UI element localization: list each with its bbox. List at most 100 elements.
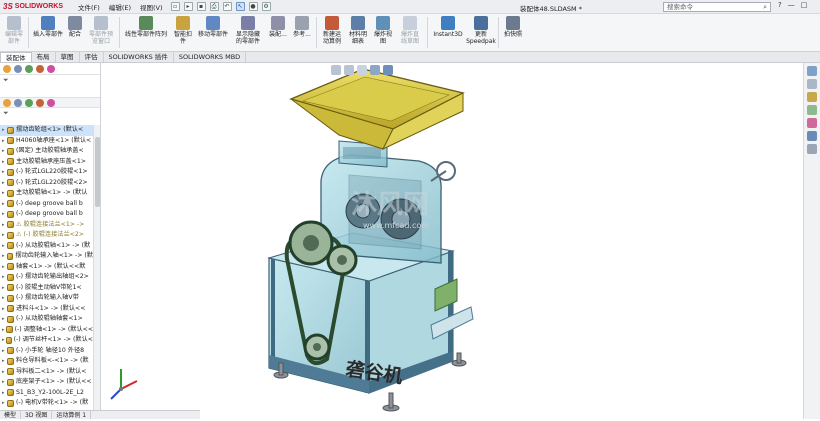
tree-item[interactable]: ▸ ⚠ (-) 胶辊连接法兰<2> xyxy=(0,230,93,241)
select-pointer-icon[interactable]: ↖ xyxy=(235,2,245,11)
ribbon-button-13[interactable]: 爆炸直 线草图 xyxy=(395,14,425,51)
tree-item[interactable]: ▸ (-) 摆动齿轮输出轴组<2> xyxy=(0,272,93,283)
graphics-viewport[interactable]: 砻谷机 沐风网 www.mfcad.com xyxy=(101,63,804,419)
minimize-icon[interactable]: — xyxy=(788,1,795,9)
view-orientation-icon[interactable] xyxy=(370,65,380,75)
tree-item[interactable]: ▸ (-) 调整轴<1> -> (默认<< xyxy=(0,325,93,336)
ribbon-button-10[interactable]: 新建运 动算例 xyxy=(319,14,345,51)
tab-motion-study[interactable]: 运动算例 1 xyxy=(52,411,92,419)
tab-model[interactable]: 模型 xyxy=(0,411,22,419)
ribbon-button-11[interactable]: 材料明 细表 xyxy=(345,14,371,51)
display-manager-icon[interactable] xyxy=(47,98,55,107)
ribbon-button-0[interactable]: 编辑零 部件 xyxy=(2,14,26,51)
tab-0[interactable]: 装配体 xyxy=(0,52,32,62)
menu-edit[interactable]: 编辑(E) xyxy=(109,2,131,12)
expand-arrow-icon[interactable]: ▸ xyxy=(2,251,7,262)
design-library-icon[interactable] xyxy=(807,79,817,89)
tree-item[interactable]: ▸ 主动胶辊轴<1> -> (默认 xyxy=(0,188,93,199)
display-style-icon[interactable] xyxy=(383,65,393,75)
ribbon-button-3[interactable]: 零部件预 览窗口 xyxy=(85,14,117,51)
tree-item[interactable]: ▸ 料仓导料板<-<1> -> (默 xyxy=(0,356,93,367)
rebuild-icon[interactable]: ● xyxy=(248,2,258,11)
zoom-area-icon[interactable] xyxy=(344,65,354,75)
tree-item[interactable]: ▸ H4060轴承座<1> (默认< xyxy=(0,136,93,147)
ribbon-button-5[interactable]: 智能扣 件 xyxy=(170,14,196,51)
options-icon[interactable]: ⚙ xyxy=(261,2,271,11)
tree-item[interactable]: ▸ ⚠ 胶辊连接法兰<1> -> xyxy=(0,220,93,231)
search-icon[interactable]: ⌕ xyxy=(763,3,767,11)
tree-item[interactable]: ▸ (-) 从动胶辊轴轴套<1> xyxy=(0,314,93,325)
search-commands-input[interactable]: 搜索命令 ⌕ xyxy=(663,2,771,12)
ribbon-button-8[interactable]: 装配... xyxy=(266,14,290,51)
ribbon-button-14[interactable]: Instant3D xyxy=(430,14,466,51)
ribbon-button-16[interactable]: 拍快照 xyxy=(501,14,525,51)
open-file-icon[interactable]: ▸ xyxy=(183,2,193,11)
tab-3[interactable]: 评估 xyxy=(80,52,104,62)
tab-5[interactable]: SOLIDWORKS MBD xyxy=(174,52,247,62)
file-explorer-icon[interactable] xyxy=(807,92,817,102)
tab-2[interactable]: 草图 xyxy=(56,52,80,62)
view-palette-icon[interactable] xyxy=(807,105,817,115)
tree-filter-icon[interactable]: ⏷ xyxy=(3,109,9,118)
ribbon-button-9[interactable]: 参考... xyxy=(290,14,314,51)
filter-icon[interactable]: ⏷ xyxy=(0,75,100,85)
section-view-icon[interactable] xyxy=(357,65,367,75)
tab-1[interactable]: 布局 xyxy=(32,52,56,62)
ribbon-button-12[interactable]: 爆炸视 图 xyxy=(371,14,395,51)
tree-item[interactable]: ▸ 底座架子<1> -> (默认<< xyxy=(0,377,93,388)
configuration-icon[interactable] xyxy=(25,64,33,73)
feature-tree-icon[interactable] xyxy=(3,64,11,73)
configuration-icon[interactable] xyxy=(25,98,33,107)
feature-tree-icon[interactable] xyxy=(3,98,11,107)
ribbon-button-7[interactable]: 显示隐藏 的零部件 xyxy=(230,14,266,51)
ribbon-button-2[interactable]: 配合 xyxy=(65,14,85,51)
quick-access-toolbar: ▫ ▸ ▪ ⎙ ↶ ↖ ● ⚙ xyxy=(170,2,271,11)
tree-item[interactable]: ▸ (-) 摆动齿轮输入轴V带 xyxy=(0,293,93,304)
help-icon[interactable]: ? xyxy=(778,1,782,9)
tree-item[interactable]: ▸ (-) 胶辊主动轴V带轮1< xyxy=(0,283,93,294)
tree-item[interactable]: ▸ (-) 轮式LGL220胶辊<2> xyxy=(0,178,93,189)
tree-item[interactable]: ▸ (-) 小手轮 轴径10 外径8 xyxy=(0,346,93,357)
maximize-icon[interactable]: □ xyxy=(801,1,808,9)
forum-icon[interactable] xyxy=(807,144,817,154)
menu-file[interactable]: 文件(F) xyxy=(78,2,100,12)
tab-4[interactable]: SOLIDWORKS 插件 xyxy=(104,52,174,62)
scrollbar-thumb[interactable] xyxy=(95,137,100,207)
ribbon-button-15[interactable]: 更新 Speedpak xyxy=(466,14,496,51)
property-manager-icon[interactable] xyxy=(14,98,22,107)
ribbon-button-6[interactable]: 移动零部件 xyxy=(196,14,230,51)
ribbon-button-1[interactable]: 插入零部件 xyxy=(31,14,65,51)
display-manager-icon[interactable] xyxy=(47,64,55,73)
tree-item[interactable]: ▸ (-) 电机V带轮<1> -> (默 xyxy=(0,398,93,409)
tab-3d-views[interactable]: 3D 视图 xyxy=(21,411,53,419)
tree-item[interactable]: ▸ (-) 调节丝杆<1> -> (默认< xyxy=(0,335,93,346)
tree-item[interactable]: ▸ (-) deep groove ball b xyxy=(0,199,93,210)
tree-item[interactable]: ▸ 导料板二<1> -> (默认< xyxy=(0,367,93,378)
property-manager-icon[interactable] xyxy=(14,64,22,73)
tree-item[interactable]: ▸ S1_B3_Y2-100L-2E_L2 xyxy=(0,388,93,399)
tree-item[interactable]: ▸ (-) deep groove ball b xyxy=(0,209,93,220)
print-icon[interactable]: ⎙ xyxy=(209,2,219,11)
undo-icon[interactable]: ↶ xyxy=(222,2,232,11)
save-icon[interactable]: ▪ xyxy=(196,2,206,11)
tree-item[interactable]: ▸ 主动胶辊轴承座压盖<1> xyxy=(0,157,93,168)
new-file-icon[interactable]: ▫ xyxy=(170,2,180,11)
tree-item[interactable]: ▸ (-) 轮式LGL220胶辊<1> xyxy=(0,167,93,178)
tree-item[interactable]: ▸ (-) 从动胶辊轴<1> -> (默 xyxy=(0,241,93,252)
solidworks-logo[interactable]: 3S SOLIDWORKS xyxy=(0,0,76,14)
menu-view[interactable]: 视图(V) xyxy=(140,2,163,12)
appearances-icon[interactable] xyxy=(807,118,817,128)
tree-item[interactable]: ▸ (固定) 主动胶辊轴承盖< xyxy=(0,146,93,157)
tree-item[interactable]: ▸ 摆动齿轮组<1> (默认< xyxy=(0,125,93,136)
ribbon-button-4[interactable]: 线性零部件阵列 xyxy=(122,14,170,51)
zoom-fit-icon[interactable] xyxy=(331,65,341,75)
custom-properties-icon[interactable] xyxy=(807,131,817,141)
dimxpert-icon[interactable] xyxy=(36,64,44,73)
solidworks-resources-icon[interactable] xyxy=(807,66,817,76)
tree-item[interactable]: ▸ 摆动齿轮输入轴<1> -> (默 xyxy=(0,251,93,262)
dimxpert-icon[interactable] xyxy=(36,98,44,107)
window-controls: ? — □ xyxy=(778,1,807,9)
tree-item[interactable]: ▸ 进料斗<1> -> (默认<< xyxy=(0,304,93,315)
tree-scrollbar[interactable] xyxy=(93,125,100,419)
tree-item[interactable]: ▸ 轴套<1> -> (默认<<默 xyxy=(0,262,93,273)
